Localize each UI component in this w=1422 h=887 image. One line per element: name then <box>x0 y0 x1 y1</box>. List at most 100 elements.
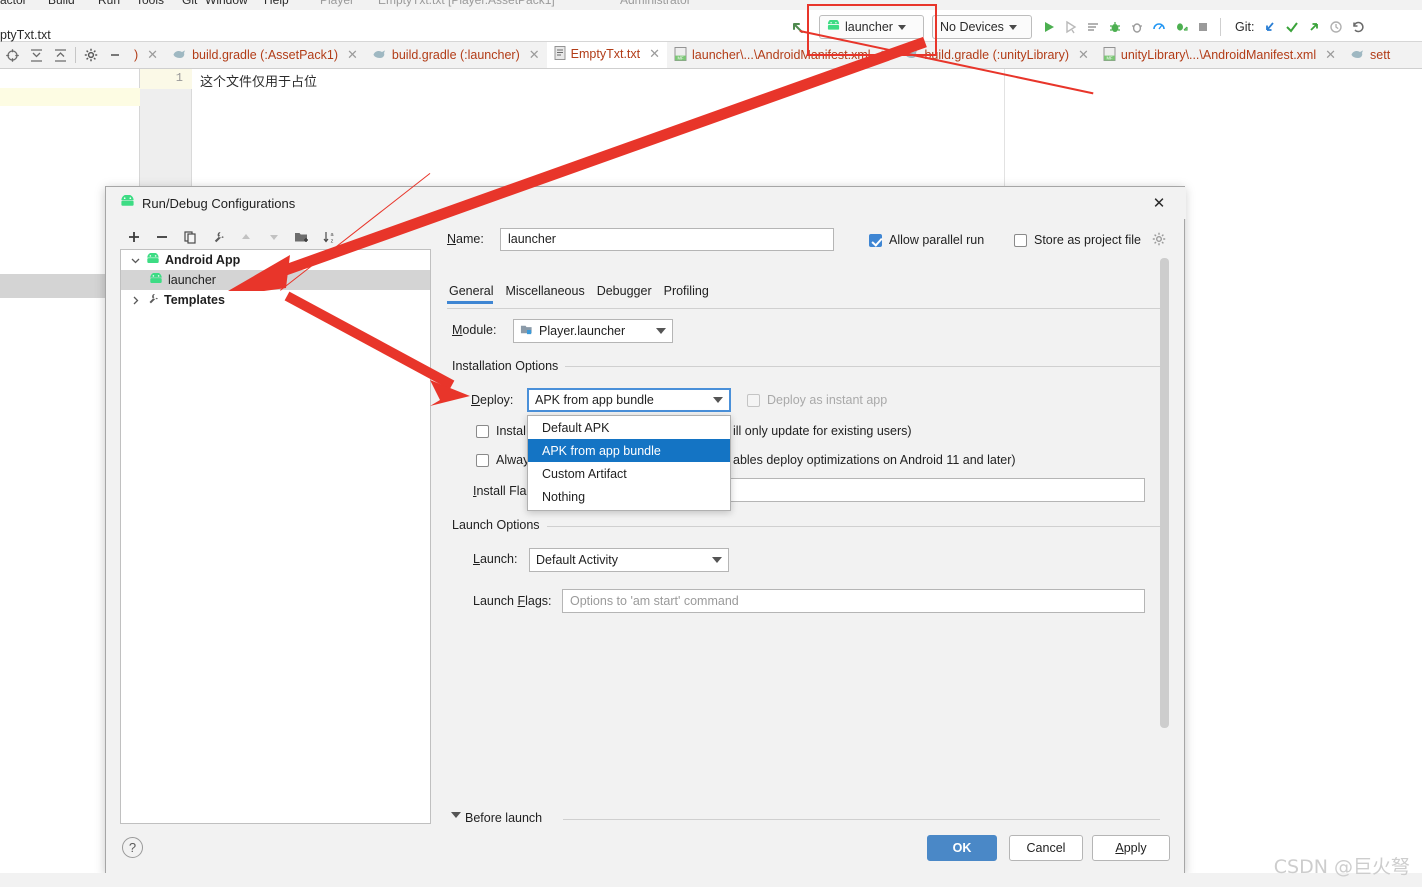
configurations-tree[interactable]: Android App launcher Templates <box>120 249 431 824</box>
editor-tab-build-gradle-launcher[interactable]: build.gradle (:launcher) ✕ <box>365 42 547 68</box>
chevron-down-icon[interactable] <box>451 812 461 818</box>
logcat-icon[interactable] <box>1082 16 1104 38</box>
editor-tab-strip[interactable]: ) ✕ build.gradle (:AssetPack1) ✕ build.g… <box>0 42 1422 69</box>
debug-icon[interactable] <box>1104 16 1126 38</box>
move-up-icon[interactable] <box>233 225 259 249</box>
apply-button[interactable]: Apply <box>1092 835 1170 861</box>
allow-parallel-run-label: Allow parallel run <box>889 233 985 247</box>
editor-tab-build-gradle-unitylibrary[interactable]: build.gradle (:unityLibrary) ✕ <box>897 42 1095 68</box>
project-highlight-row <box>0 88 140 106</box>
install-checkbox-label: Instal <box>496 424 526 438</box>
deploy-combo[interactable]: APK from app bundle <box>527 388 731 412</box>
add-icon[interactable] <box>121 225 147 249</box>
tab-profiling[interactable]: Profiling <box>662 284 719 304</box>
apply-changes-icon[interactable] <box>1060 16 1082 38</box>
git-history-icon[interactable] <box>1325 16 1347 38</box>
launch-flags-label: Launch Flags: <box>473 594 552 608</box>
install-for-all-users-checkbox[interactable]: Instal <box>476 424 526 438</box>
checkbox-box[interactable] <box>869 233 882 247</box>
checkbox-box[interactable] <box>476 424 489 438</box>
checkbox-box[interactable] <box>1014 233 1027 247</box>
close-icon[interactable]: ✕ <box>1078 47 1089 63</box>
stop-icon[interactable] <box>1192 16 1214 38</box>
locate-icon[interactable] <box>0 42 24 68</box>
module-combo[interactable]: Player.launcher <box>513 319 673 343</box>
svg-text:MF: MF <box>1106 55 1112 60</box>
dropdown-item-default-apk[interactable]: Default APK <box>528 416 730 439</box>
new-folder-icon[interactable] <box>289 225 315 249</box>
menu-item-window[interactable]: Window <box>205 0 248 7</box>
editor-tab-partial[interactable]: ) ✕ <box>127 42 165 68</box>
dropdown-item-nothing[interactable]: Nothing <box>528 485 730 508</box>
menu-item-git[interactable]: Git <box>182 0 197 7</box>
chevron-down-icon <box>897 24 906 30</box>
editor-tab-settings-gradle[interactable]: sett <box>1343 42 1397 68</box>
tab-debugger[interactable]: Debugger <box>595 284 662 304</box>
tabstrip-divider <box>75 47 76 63</box>
launch-flags-input[interactable]: Options to 'am start' command <box>562 589 1145 613</box>
git-rollback-icon[interactable] <box>1347 16 1369 38</box>
run-config-combo[interactable]: launcher <box>819 15 924 39</box>
menu-item-refactor[interactable]: actor <box>0 0 27 7</box>
close-icon[interactable]: ✕ <box>1142 191 1176 215</box>
device-selector[interactable]: No Devices <box>932 14 1032 40</box>
copy-icon[interactable] <box>177 225 203 249</box>
always-install-checkbox[interactable]: Alway <box>476 453 529 467</box>
help-button[interactable]: ? <box>122 837 143 858</box>
cancel-button[interactable]: Cancel <box>1009 835 1083 861</box>
git-update-icon[interactable] <box>1259 16 1281 38</box>
launch-combo[interactable]: Default Activity <box>529 548 729 572</box>
dialog-scrollbar-thumb[interactable] <box>1160 258 1169 728</box>
tree-node-launcher[interactable]: launcher <box>121 270 430 290</box>
config-tab-row[interactable]: General Miscellaneous Debugger Profiling <box>447 284 719 304</box>
menu-item-tools[interactable]: Tools <box>136 0 164 7</box>
gear-icon[interactable] <box>1152 232 1166 251</box>
back-arrow-icon[interactable] <box>787 16 809 38</box>
close-icon[interactable]: ✕ <box>529 47 540 63</box>
tree-node-android-app[interactable]: Android App <box>121 250 430 270</box>
store-as-project-file-checkbox[interactable]: Store as project file <box>1014 233 1141 247</box>
ok-button[interactable]: OK <box>927 835 997 861</box>
dropdown-item-custom-artifact[interactable]: Custom Artifact <box>528 462 730 485</box>
git-commit-icon[interactable] <box>1281 16 1303 38</box>
run-icon[interactable] <box>1038 16 1060 38</box>
checkbox-box[interactable] <box>476 453 489 467</box>
collapse-all-icon[interactable] <box>48 42 72 68</box>
run-config-selector[interactable]: launcher <box>819 14 924 40</box>
device-combo[interactable]: No Devices <box>932 15 1032 39</box>
chevron-down-icon[interactable] <box>129 256 141 265</box>
settings-icon[interactable] <box>79 42 103 68</box>
tree-node-templates[interactable]: Templates <box>121 290 430 310</box>
deploy-dropdown-list[interactable]: Default APK APK from app bundle Custom A… <box>527 415 731 511</box>
profile-run-icon[interactable] <box>1170 16 1192 38</box>
editor-tab-unitylibrary-manifest[interactable]: MF unityLibrary\...\AndroidManifest.xml … <box>1096 42 1343 68</box>
close-icon[interactable]: ✕ <box>1325 47 1336 63</box>
close-icon[interactable]: ✕ <box>649 46 660 62</box>
menu-item-run[interactable]: Run <box>98 0 120 7</box>
editor-tab-launcher-manifest[interactable]: MF launcher\...\AndroidManifest.xml ✕ <box>667 42 897 68</box>
close-icon[interactable]: ✕ <box>347 47 358 63</box>
profiler-icon[interactable] <box>1148 16 1170 38</box>
deploy-value: APK from app bundle <box>535 393 654 407</box>
menu-item-build[interactable]: Build <box>48 0 75 7</box>
gradle-icon <box>172 47 187 63</box>
editor-tab-emptytxt[interactable]: EmptyTxt.txt ✕ <box>546 42 668 68</box>
edit-templates-icon[interactable] <box>205 225 231 249</box>
chevron-right-icon[interactable] <box>129 296 141 305</box>
git-push-icon[interactable] <box>1303 16 1325 38</box>
expand-all-icon[interactable] <box>24 42 48 68</box>
move-down-icon[interactable] <box>261 225 287 249</box>
menu-bar[interactable]: actor Build Run Tools Git Window Help Pl… <box>0 0 1422 10</box>
name-input[interactable]: launcher <box>500 228 834 251</box>
tab-miscellaneous[interactable]: Miscellaneous <box>503 284 594 304</box>
editor-tab-build-gradle-assetpack1[interactable]: build.gradle (:AssetPack1) ✕ <box>165 42 365 68</box>
attach-debugger-icon[interactable] <box>1126 16 1148 38</box>
hide-icon[interactable] <box>103 42 127 68</box>
tab-general[interactable]: General <box>447 284 503 304</box>
allow-parallel-run-checkbox[interactable]: Allow parallel run <box>869 233 984 247</box>
remove-icon[interactable] <box>149 225 175 249</box>
window-title-file: EmptyTxt.txt [Player.AssetPack1] <box>378 0 555 7</box>
menu-item-help[interactable]: Help <box>264 0 289 7</box>
dropdown-item-apk-from-app-bundle[interactable]: APK from app bundle <box>528 439 730 462</box>
close-icon[interactable]: ✕ <box>147 47 158 63</box>
